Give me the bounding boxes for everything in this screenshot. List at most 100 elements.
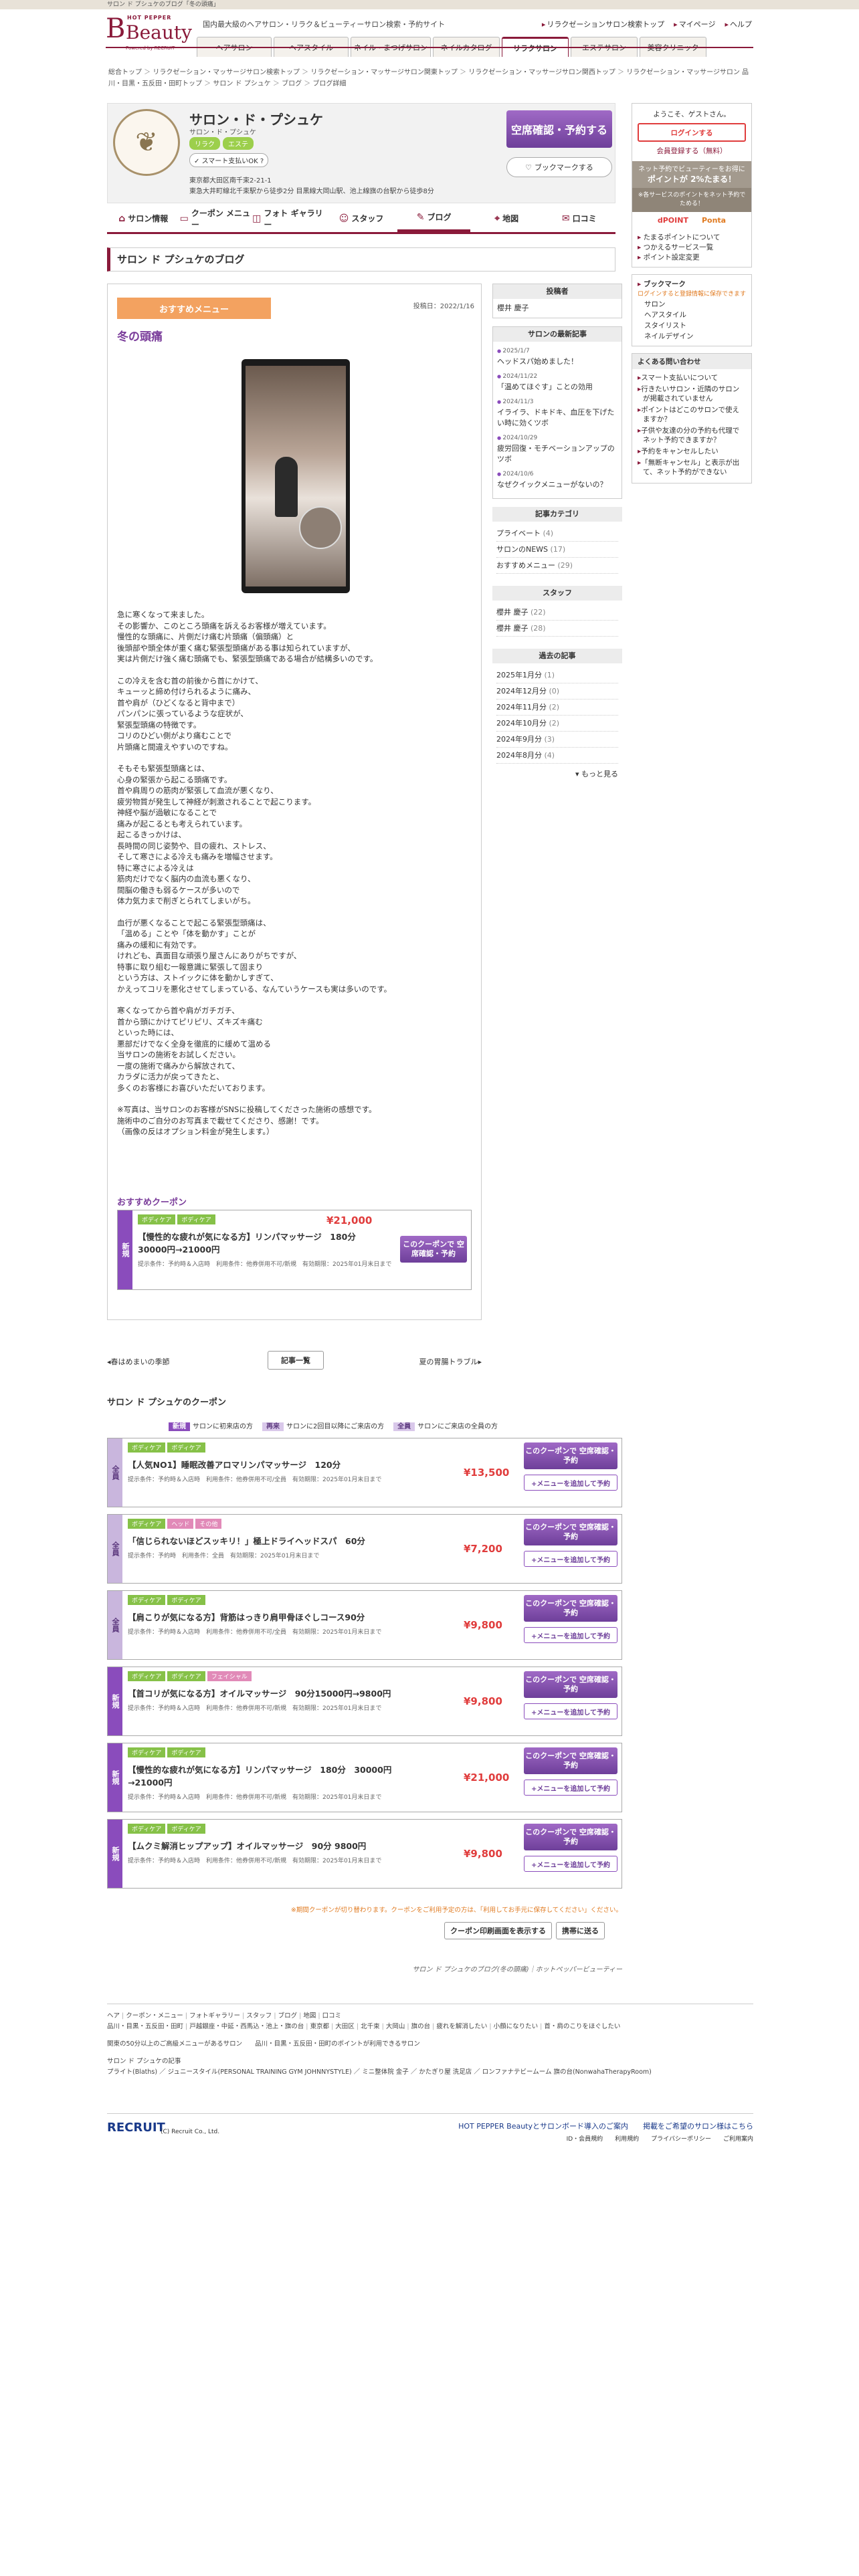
footer-related-links[interactable]: プライト(Blaths) ／ ジュニースタイル(PERSONAL TRAININ… bbox=[107, 2067, 753, 2078]
link-mypage[interactable]: マイページ bbox=[674, 19, 716, 29]
point-settings-link[interactable]: ポイント設定変更 bbox=[638, 253, 746, 263]
coupon-target: 全員 bbox=[108, 1515, 122, 1583]
subnav-blog[interactable]: ✎ ブログ bbox=[397, 205, 470, 232]
add-menu-reserve-button[interactable]: +メニューを追加して予約 bbox=[524, 1780, 617, 1796]
archive-item[interactable]: 2024年10月分 (2) bbox=[496, 716, 618, 732]
coupon-card: 全員 ボディケア ボディケア 【人気NO1】睡眠改善アロマリンパマッサージ 120… bbox=[107, 1438, 622, 1507]
subnav-staff[interactable]: ☺ スタッフ bbox=[325, 205, 398, 232]
crumb-salon[interactable]: サロン ド プシュケ bbox=[202, 80, 271, 88]
article-category: おすすめメニュー bbox=[117, 298, 271, 319]
print-coupons-button[interactable]: クーポン印刷画面を表示する bbox=[444, 1922, 552, 1939]
leaf-emblem-icon: ❦ bbox=[113, 109, 180, 176]
coupon-reserve-button[interactable]: このクーポンで 空席確認・予約 bbox=[524, 1595, 617, 1622]
poster-box: 投稿者 櫻井 慶子 bbox=[492, 284, 622, 318]
article-list-button[interactable]: 記事一覧 bbox=[268, 1351, 324, 1370]
recent-article[interactable]: 2024/11/22「温めてほぐす」ことの効用 bbox=[497, 371, 617, 393]
coupon-reserve-button[interactable]: このクーポンで 空席確認・予約 bbox=[524, 1824, 617, 1850]
crumb-kanto2[interactable]: リラクゼーション・マッサージサロン関西トップ bbox=[458, 69, 615, 76]
prev-article-link[interactable]: ◂春はめまいの季節 bbox=[107, 1356, 170, 1367]
home-icon: ⌂ bbox=[118, 213, 126, 224]
faq-link[interactable]: スマート支払いについて bbox=[638, 373, 746, 383]
register-link[interactable]: 会員登録する（無料） bbox=[638, 146, 746, 156]
login-button[interactable]: ログインする bbox=[638, 123, 746, 142]
poster-name[interactable]: 櫻井 慶子 bbox=[497, 304, 529, 312]
salon-board-links[interactable]: HOT PEPPER Beautyとサロンボード導入のご案内 掲載をご希望のサロ… bbox=[458, 2121, 753, 2131]
recent-article[interactable]: 2024/11/3イライラ、ドキドキ、血圧を下げたい時に効くツボ bbox=[497, 397, 617, 429]
article-paragraph: そもそも緊張型頭痛とは、 心身の緊張から起こる頭痛です。 首や肩周りの筋肉が緊張… bbox=[117, 764, 316, 905]
staff-item[interactable]: 櫻井 慶子 (28) bbox=[496, 621, 618, 637]
blog-article: おすすめメニュー 投稿日：2022/1/16 冬の頭痛 急に寒くなって来ました。… bbox=[107, 284, 482, 1320]
bookmark-stylist-link[interactable]: スタイリスト bbox=[644, 320, 739, 331]
add-menu-reserve-button[interactable]: +メニューを追加して予約 bbox=[524, 1703, 617, 1719]
point-logos: dPOINT Ponta bbox=[632, 212, 751, 229]
coupon-target: 新規 bbox=[108, 1743, 122, 1812]
archive-item[interactable]: 2024年12月分 (0) bbox=[496, 683, 618, 700]
point-info-link[interactable]: たまるポイントについて bbox=[638, 233, 746, 243]
footer-feature-links[interactable]: 関東の50分以上のご高級メニューがあるサロン 品川・目黒・五反田・田町のポイント… bbox=[107, 2039, 753, 2050]
bookmark-salon-link[interactable]: サロン bbox=[644, 299, 739, 310]
recent-article[interactable]: 2024/10/6なぜクイックメニューがないの？ bbox=[497, 469, 617, 490]
recent-article[interactable]: 2025/1/7ヘッドスパ始めました！ bbox=[497, 346, 617, 367]
category-item[interactable]: サロンのNEWS (17) bbox=[496, 542, 618, 558]
page-footer-title: サロン ド プシュケのブログ(冬の頭痛)｜ホットペッパービューティー bbox=[412, 1966, 622, 1973]
archive-item[interactable]: 2024年11月分 (2) bbox=[496, 700, 618, 716]
recruit-logo[interactable]: RECRUIT bbox=[107, 2121, 165, 2135]
subnav-map[interactable]: ⌖ 地図 bbox=[470, 205, 543, 232]
add-menu-reserve-button[interactable]: +メニューを追加して予約 bbox=[524, 1551, 617, 1567]
coupon-reserve-button[interactable]: このクーポンで 空席確認・予約 bbox=[400, 1236, 467, 1263]
bookmark-hairstyle-link[interactable]: ヘアスタイル bbox=[644, 310, 739, 320]
add-menu-reserve-button[interactable]: +メニューを追加して予約 bbox=[524, 1475, 617, 1491]
crumb-top[interactable]: 総合トップ bbox=[108, 69, 142, 76]
coupon-reserve-button[interactable]: このクーポンで 空席確認・予約 bbox=[524, 1747, 617, 1774]
category-item[interactable]: おすすめメニュー (29) bbox=[496, 558, 618, 574]
link-relax-top[interactable]: リラクゼーションサロン検索トップ bbox=[542, 19, 664, 29]
subnav-coupon-menu[interactable]: ▭ クーポン メニュー bbox=[180, 205, 253, 232]
chat-icon: ✉ bbox=[561, 213, 570, 224]
article-paragraph: 血行が悪くなることで起こる緊張型頭痛は、 「温める」ことや「体を動かす」ことが … bbox=[117, 918, 392, 994]
archive-item[interactable]: 2024年8月分 (4) bbox=[496, 748, 618, 764]
crumb-kanto[interactable]: リラクゼーション・マッサージサロン関東トップ bbox=[300, 69, 458, 76]
faq-link[interactable]: 「無断キャンセル」と表示が出て、ネット予約ができない bbox=[638, 458, 746, 477]
bookmark-nail-link[interactable]: ネイルデザイン bbox=[644, 331, 739, 342]
faq-link[interactable]: 予約をキャンセルしたい bbox=[638, 447, 746, 456]
reserve-button[interactable]: 空席確認・予約する bbox=[506, 110, 612, 148]
coupon-target: 新規 bbox=[108, 1667, 122, 1735]
crumb-relax[interactable]: リラクゼーション・マッサージサロン検索トップ bbox=[142, 69, 300, 76]
category-item[interactable]: プライベート (4) bbox=[496, 526, 618, 542]
subnav-reviews[interactable]: ✉ 口コミ bbox=[543, 205, 615, 232]
staff-item[interactable]: 櫻井 慶子 (22) bbox=[496, 605, 618, 621]
archive-item[interactable]: 2025年1月分 (1) bbox=[496, 667, 618, 683]
coupon-tag: ボディケア bbox=[138, 1214, 176, 1224]
more-link[interactable]: ▾ もっと見る bbox=[496, 769, 618, 780]
link-help[interactable]: ヘルプ bbox=[725, 19, 752, 29]
send-to-mobile-button[interactable]: 携帯に送る bbox=[556, 1922, 605, 1939]
add-menu-reserve-button[interactable]: +メニューを追加して予約 bbox=[524, 1856, 617, 1872]
next-article-link[interactable]: 夏の胃腸トラブル▸ bbox=[419, 1356, 482, 1367]
article-photo bbox=[242, 359, 350, 593]
recent-article[interactable]: 2024/10/29疲労回復・モチベーションアップのツボ bbox=[497, 433, 617, 465]
site-footer: ヘアクーポン・メニューフォトギャラリースタッフブログ地図口コミ 品川・目黒・五反… bbox=[107, 2004, 753, 2078]
subnav-photo[interactable]: ◫ フォト ギャラリー bbox=[252, 205, 325, 232]
coupon-reserve-button[interactable]: このクーポンで 空席確認・予約 bbox=[524, 1442, 617, 1469]
faq-link[interactable]: 行きたいサロン・近隣のサロンが掲載されていません bbox=[638, 385, 746, 403]
faq-link[interactable]: ポイントはどこのサロンで使えますか？ bbox=[638, 405, 746, 424]
point-services-link[interactable]: つかえるサービス一覧 bbox=[638, 243, 746, 253]
bookmark-button[interactable]: ♡ ブックマークする bbox=[506, 157, 612, 177]
coupon-reserve-button[interactable]: このクーポンで 空席確認・予約 bbox=[524, 1671, 617, 1698]
archive-item[interactable]: 2024年9月分 (3) bbox=[496, 732, 618, 748]
recommended-coupon-title: おすすめクーポン bbox=[117, 1198, 187, 1208]
coupon-card: 新規 ボディケア ボディケア フェイシャル 【首コリが気になる方】オイルマッサージ … bbox=[107, 1667, 622, 1736]
add-menu-reserve-button[interactable]: +メニューを追加して予約 bbox=[524, 1627, 617, 1643]
subnav-salon-info[interactable]: ⌂ サロン情報 bbox=[107, 205, 180, 232]
crumb-blog[interactable]: ブログ bbox=[271, 80, 302, 88]
recent-articles: サロンの最新記事 2025/1/7ヘッドスパ始めました！ 2024/11/22「… bbox=[492, 326, 622, 499]
policy-links[interactable]: ID・会員規約 利用規約 プライバシーポリシー ご利用案内 bbox=[567, 2134, 753, 2143]
point-banner[interactable]: ネット予約でビューティーをお得に ポイントが 2%たまる！ bbox=[632, 161, 751, 188]
coupon-notice: ※期間クーポンが切り替わります。クーポンをご利用予定の方は、「利用してお手元に保… bbox=[290, 1907, 622, 1914]
coupon-price: ¥13,500 bbox=[464, 1467, 510, 1479]
page-title: サロン ド プシュケのブログ bbox=[107, 247, 615, 272]
blog-sidebar: 投稿者 櫻井 慶子 サロンの最新記事 2025/1/7ヘッドスパ始めました！ 2… bbox=[492, 284, 622, 792]
coupon-reserve-button[interactable]: このクーポンで 空席確認・予約 bbox=[524, 1519, 617, 1545]
help-icon[interactable]: ? bbox=[260, 158, 264, 165]
faq-link[interactable]: 子供や友達の分の予約も代理でネット予約できますか？ bbox=[638, 426, 746, 445]
